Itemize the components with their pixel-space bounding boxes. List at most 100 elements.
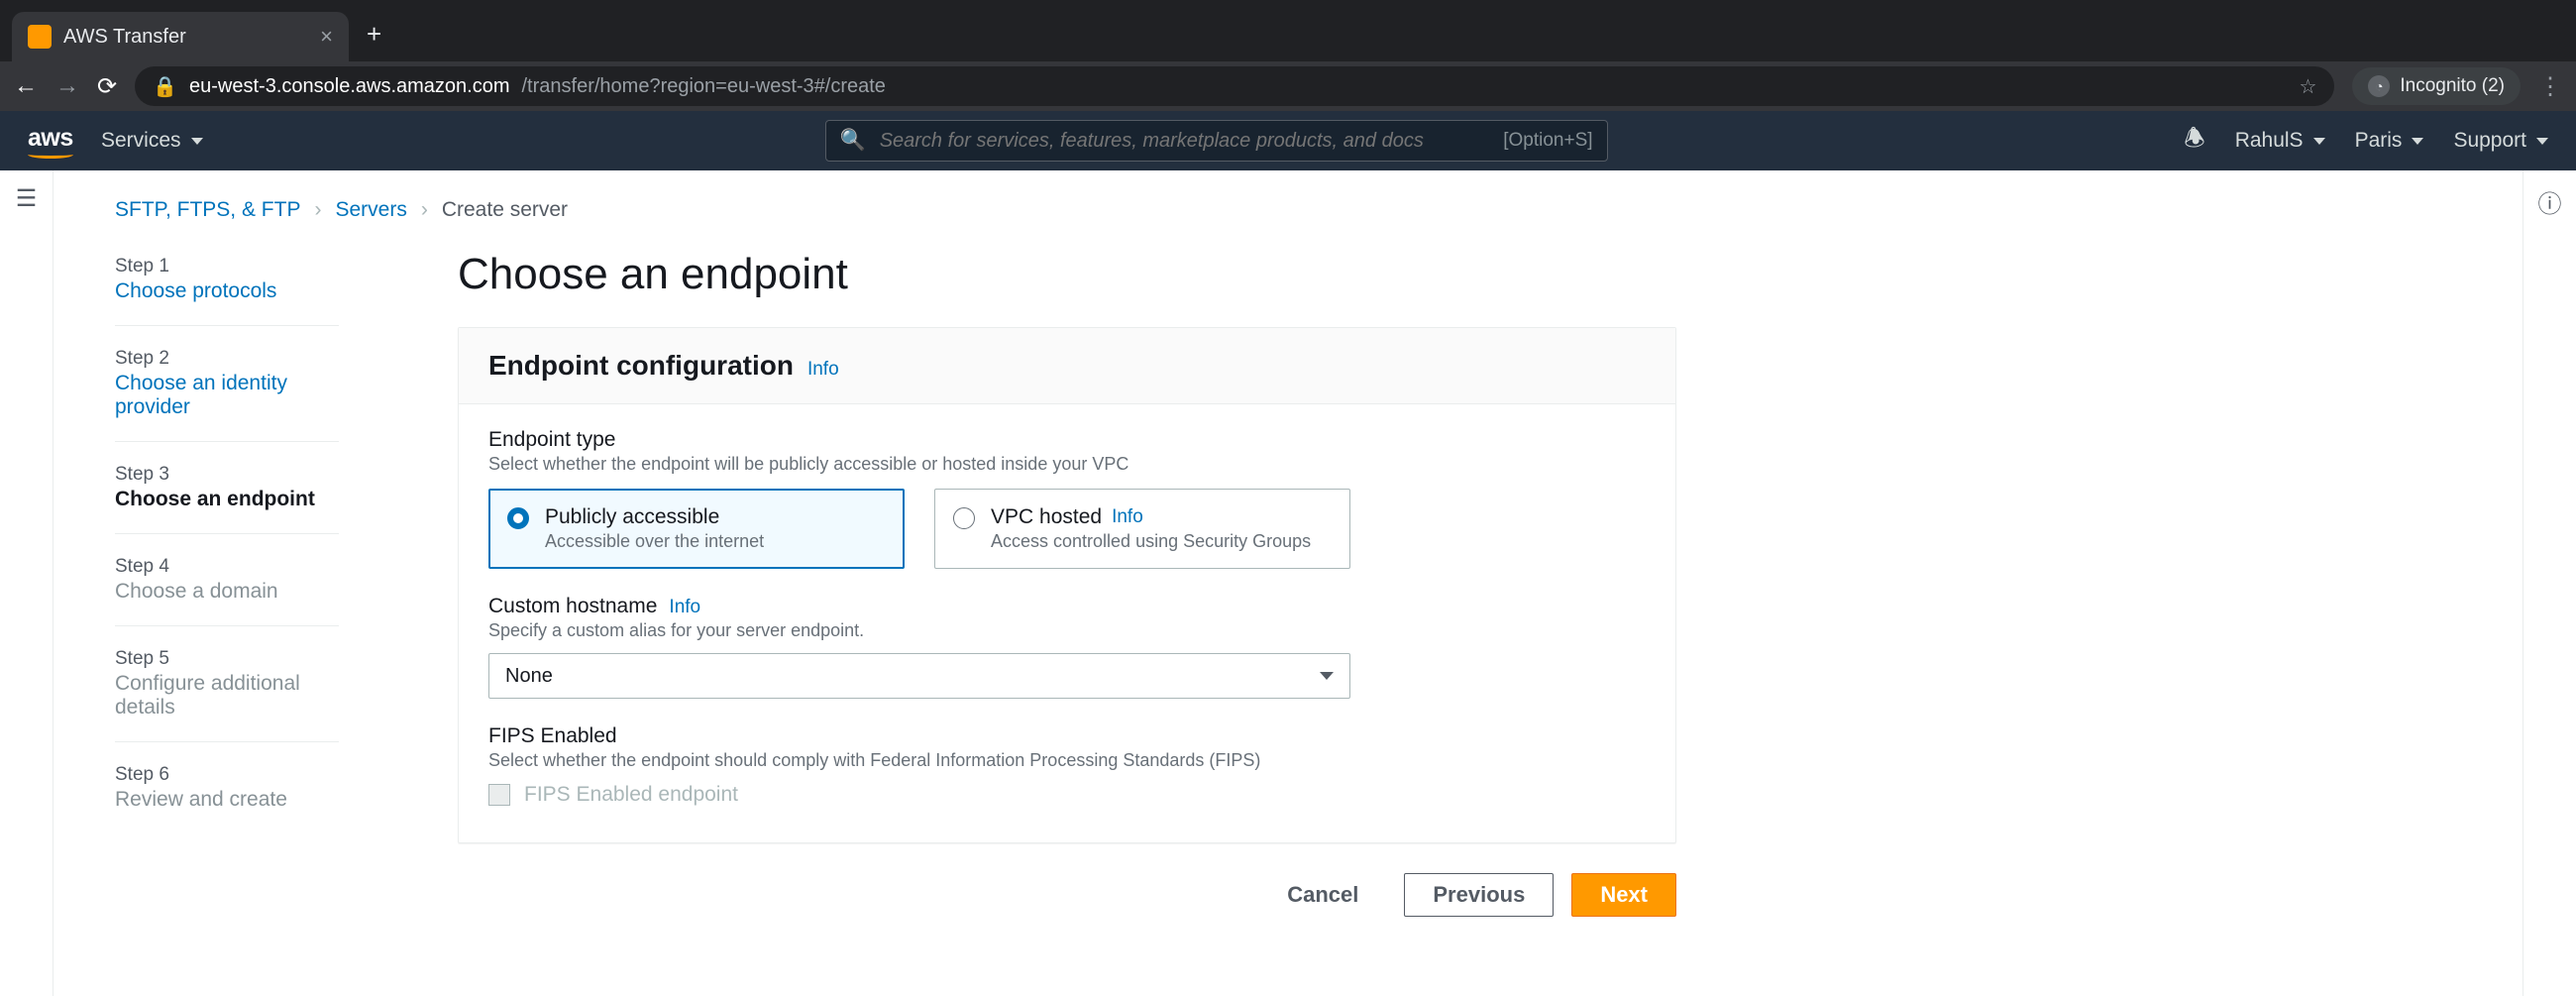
info-link[interactable]: Info: [807, 359, 839, 381]
radio-sub: Accessible over the internet: [545, 531, 764, 552]
tab-title: AWS Transfer: [63, 26, 186, 49]
favicon-icon: [28, 25, 52, 49]
close-icon[interactable]: ×: [320, 24, 333, 50]
action-row: Cancel Previous Next: [458, 873, 1676, 917]
fips-checkbox-row[interactable]: FIPS Enabled endpoint: [488, 783, 1646, 807]
address-bar[interactable]: 🔒 eu-west-3.console.aws.amazon.com/trans…: [135, 66, 2334, 106]
support-label: Support: [2453, 129, 2526, 153]
field-desc: Select whether the endpoint should compl…: [488, 750, 1646, 771]
previous-button[interactable]: Previous: [1404, 873, 1554, 917]
lock-icon: 🔒: [153, 74, 177, 99]
user-label: RahulS: [2235, 129, 2304, 153]
browser-chrome: AWS Transfer × + ← → ⟳ 🔒 eu-west-3.conso…: [0, 0, 2576, 111]
field-desc: Specify a custom alias for your server e…: [488, 620, 1646, 641]
global-search[interactable]: 🔍 [Option+S]: [825, 120, 1608, 162]
step-5: Step 5 Configure additional details: [115, 626, 339, 742]
reload-icon[interactable]: ⟳: [97, 72, 117, 101]
radio-public[interactable]: Publicly accessible Accessible over the …: [488, 489, 905, 569]
wizard-steps: Step 1 Choose protocols Step 2 Choose an…: [115, 250, 339, 833]
step-label: Step 5: [115, 648, 339, 670]
hostname-select[interactable]: None: [488, 653, 1350, 699]
chevron-down-icon: [1320, 672, 1334, 680]
step-link-domain: Choose a domain: [115, 580, 339, 604]
aws-right-nav: 🕭 RahulS Paris Support: [2184, 121, 2548, 162]
info-link[interactable]: Info: [1112, 506, 1143, 528]
radio-group-endpoint: Publicly accessible Accessible over the …: [488, 489, 1646, 569]
search-input[interactable]: [880, 130, 1490, 153]
back-icon[interactable]: ←: [14, 72, 38, 100]
incognito-label: Incognito (2): [2400, 75, 2505, 97]
chevron-down-icon: [2412, 138, 2423, 145]
info-link[interactable]: Info: [669, 597, 700, 618]
menu-icon[interactable]: ⋮: [2538, 72, 2562, 101]
radio-title: Publicly accessible: [545, 505, 764, 529]
radio-title: VPC hosted Info: [991, 505, 1311, 529]
info-panel-icon[interactable]: ⓘ: [2538, 191, 2562, 218]
region-menu[interactable]: Paris: [2355, 129, 2424, 153]
chevron-right-icon: ›: [421, 198, 428, 222]
support-menu[interactable]: Support: [2453, 129, 2548, 153]
card-body: Endpoint type Select whether the endpoin…: [459, 404, 1675, 842]
breadcrumb-current: Create server: [442, 198, 568, 222]
checkbox-label: FIPS Enabled endpoint: [524, 783, 738, 807]
step-link-review: Review and create: [115, 788, 339, 812]
step-3: Step 3 Choose an endpoint: [115, 442, 339, 534]
chevron-right-icon: ›: [314, 198, 321, 222]
tab-strip: AWS Transfer × +: [0, 0, 2576, 61]
card-header: Endpoint configuration Info: [459, 328, 1675, 404]
step-6: Step 6 Review and create: [115, 742, 339, 833]
aws-top-nav: aws Services 🔍 [Option+S] 🕭 RahulS Paris…: [0, 111, 2576, 170]
field-desc: Select whether the endpoint will be publ…: [488, 454, 1646, 475]
field-fips: FIPS Enabled Select whether the endpoint…: [488, 724, 1646, 807]
url-path: /transfer/home?region=eu-west-3#/create: [522, 75, 886, 98]
cancel-button[interactable]: Cancel: [1259, 873, 1386, 917]
url-host: eu-west-3.console.aws.amazon.com: [189, 75, 509, 98]
field-endpoint-type: Endpoint type Select whether the endpoin…: [488, 428, 1646, 569]
new-tab-button[interactable]: +: [349, 19, 395, 61]
incognito-badge[interactable]: ◔ Incognito (2): [2352, 67, 2521, 105]
aws-logo[interactable]: aws: [28, 124, 73, 159]
checkbox-icon[interactable]: [488, 784, 510, 806]
step-1: Step 1 Choose protocols: [115, 250, 339, 326]
radio-vpc[interactable]: VPC hosted Info Access controlled using …: [934, 489, 1350, 569]
field-label-text: Custom hostname: [488, 595, 657, 618]
next-button[interactable]: Next: [1571, 873, 1676, 917]
endpoint-card: Endpoint configuration Info Endpoint typ…: [458, 327, 1676, 843]
bell-icon[interactable]: 🕭: [2184, 121, 2204, 162]
search-kbd: [Option+S]: [1503, 130, 1592, 152]
field-custom-hostname: Custom hostname Info Specify a custom al…: [488, 595, 1646, 699]
step-link-identity[interactable]: Choose an identity provider: [115, 372, 339, 419]
star-icon[interactable]: ☆: [2299, 74, 2316, 99]
breadcrumb-root[interactable]: SFTP, FTPS, & FTP: [115, 198, 300, 222]
menu-toggle-icon[interactable]: ☰: [16, 185, 38, 212]
step-label: Step 4: [115, 556, 339, 578]
services-label: Services: [101, 129, 181, 153]
step-link-protocols[interactable]: Choose protocols: [115, 279, 339, 303]
services-menu[interactable]: Services: [101, 129, 203, 153]
radio-icon: [507, 507, 529, 529]
forward-icon[interactable]: →: [55, 72, 79, 100]
step-link-endpoint: Choose an endpoint: [115, 488, 339, 511]
step-label: Step 6: [115, 764, 339, 786]
incognito-icon: ◔: [2368, 75, 2390, 97]
search-icon: 🔍: [840, 129, 866, 153]
chevron-down-icon: [2536, 138, 2548, 145]
field-label: Endpoint type: [488, 428, 1646, 452]
card-title: Endpoint configuration: [488, 350, 794, 382]
step-label: Step 3: [115, 464, 339, 486]
field-label: Custom hostname Info: [488, 595, 1646, 618]
radio-icon: [953, 507, 975, 529]
address-row: ← → ⟳ 🔒 eu-west-3.console.aws.amazon.com…: [0, 61, 2576, 111]
browser-tab[interactable]: AWS Transfer ×: [12, 12, 349, 61]
user-menu[interactable]: RahulS: [2235, 129, 2325, 153]
right-rail: ⓘ: [2522, 170, 2576, 996]
step-2: Step 2 Choose an identity provider: [115, 326, 339, 442]
step-4: Step 4 Choose a domain: [115, 534, 339, 626]
radio-title-text: VPC hosted: [991, 505, 1102, 529]
panel-area: Choose an endpoint Endpoint configuratio…: [458, 250, 1676, 917]
page-title: Choose an endpoint: [458, 250, 1676, 299]
radio-sub: Access controlled using Security Groups: [991, 531, 1311, 552]
select-value: None: [505, 665, 553, 688]
breadcrumb-servers[interactable]: Servers: [335, 198, 406, 222]
chevron-down-icon: [191, 138, 203, 145]
